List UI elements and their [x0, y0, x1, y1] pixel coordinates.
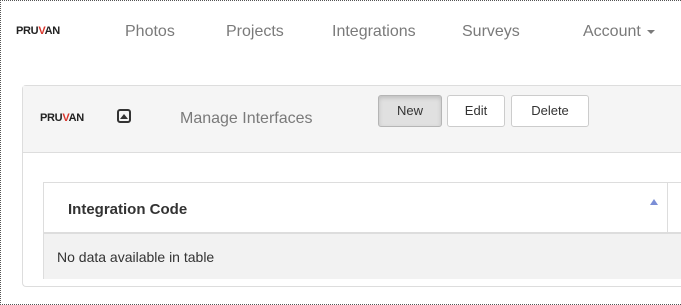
nav-item-projects[interactable]: Projects: [226, 23, 284, 41]
panel-brand-suffix: AN: [68, 112, 85, 124]
delete-button[interactable]: Delete: [511, 95, 589, 127]
brand-logo-prefix: PRU: [16, 25, 39, 37]
collapse-up-icon[interactable]: [117, 109, 131, 123]
nav-item-account[interactable]: Account: [583, 23, 655, 41]
panel-brand-logo: PRUVAN: [40, 112, 84, 124]
brand-logo[interactable]: PRUVAN: [16, 25, 60, 37]
nav-item-account-label: Account: [583, 23, 641, 40]
new-button[interactable]: New: [378, 95, 442, 127]
sort-ascending-icon[interactable]: [650, 199, 658, 205]
caret-down-icon: [646, 29, 655, 34]
nav-item-photos[interactable]: Photos: [125, 23, 175, 41]
panel-brand-prefix: PRU: [40, 112, 63, 124]
top-navbar: PRUVAN Photos Projects Integrations Surv…: [0, 0, 681, 64]
column-header-label: Integration Code: [68, 201, 188, 218]
nav-item-surveys[interactable]: Surveys: [462, 23, 520, 41]
nav-item-integrations[interactable]: Integrations: [332, 23, 416, 41]
panel-title: Manage Interfaces: [180, 110, 313, 127]
edit-button[interactable]: Edit: [447, 95, 505, 127]
column-header-integration-code[interactable]: Integration Code: [43, 182, 668, 234]
brand-logo-suffix: AN: [44, 25, 61, 37]
manage-interfaces-panel: PRUVAN Manage Interfaces New Edit Delete…: [22, 85, 681, 287]
table-empty-row: No data available in table: [43, 234, 681, 279]
panel-header: PRUVAN Manage Interfaces New Edit Delete: [23, 86, 681, 153]
empty-table-message: No data available in table: [57, 249, 215, 265]
column-header-next: [668, 182, 681, 234]
